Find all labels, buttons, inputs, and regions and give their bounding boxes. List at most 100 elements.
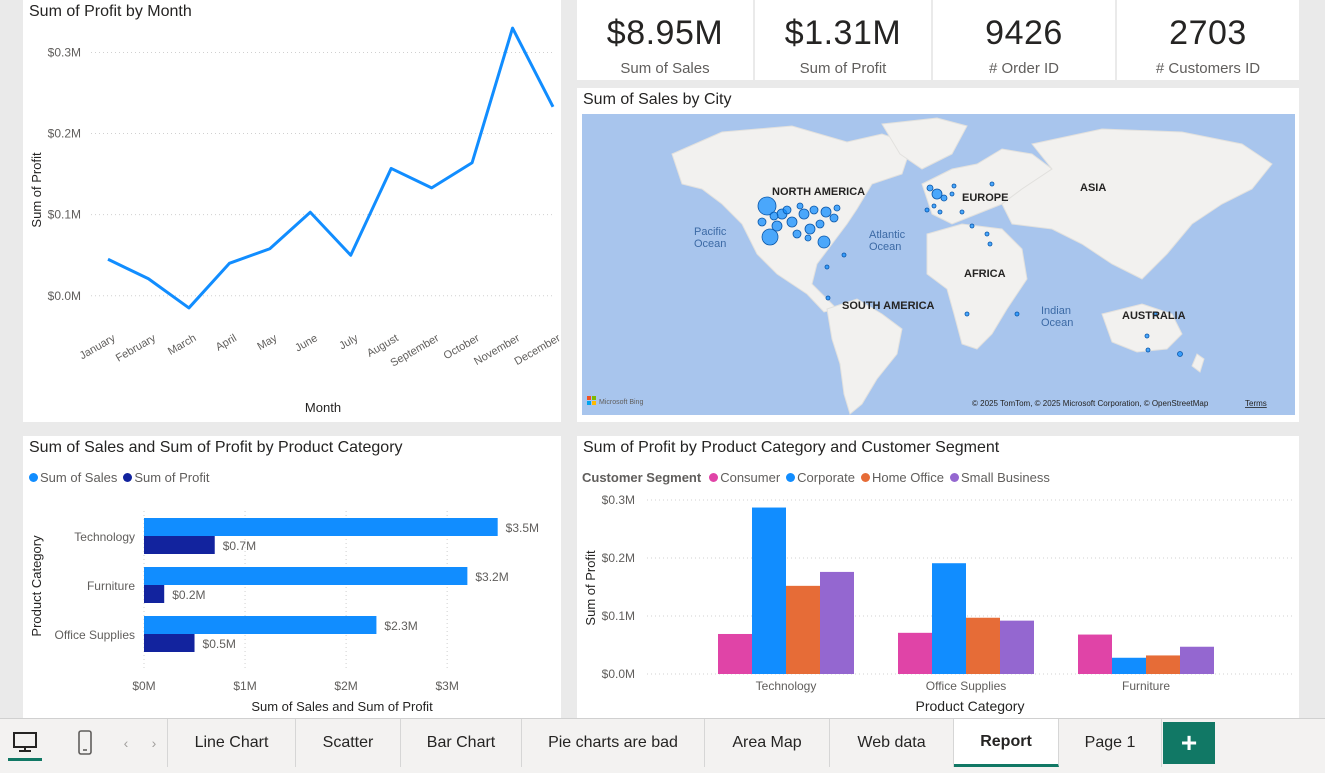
tab-page-1[interactable]: Page 1 <box>1059 719 1162 767</box>
map-label-pacific: Pacific Ocean <box>694 226 727 250</box>
scroll-left-icon[interactable]: ‹ <box>118 733 134 753</box>
hbar-chart[interactable]: $0M $1M $2M $3M Technology $3.5M $0.7M Furnitur… <box>23 436 561 718</box>
y-tick-label: $0.3M <box>602 493 635 507</box>
map-label-north-america: NORTH AMERICA <box>772 186 865 198</box>
asia-land <box>1001 128 1273 280</box>
map-label-europe: EUROPE <box>962 192 1008 204</box>
x-axis-title: Product Category <box>916 698 1025 714</box>
x-tick-label: January <box>78 332 118 362</box>
kpi-sales-label: Sum of Sales <box>620 60 710 77</box>
data-label: $0.7M <box>223 539 256 553</box>
kpi-profit-label: Sum of Profit <box>799 60 887 77</box>
data-label: $3.2M <box>475 570 508 584</box>
column-chart[interactable]: $0.0M $0.1M $0.2M $0.3M Technology Office Sup… <box>577 436 1299 718</box>
col-bar-consumer <box>1078 634 1112 674</box>
map-label-australia: AUSTRALIA <box>1122 310 1186 322</box>
new-zealand-land <box>1191 353 1205 373</box>
y-tick-label: $0.2M <box>602 551 635 565</box>
tab-bar-chart[interactable]: Bar Chart <box>401 719 522 767</box>
hbar-chart-panel[interactable]: Sum of Sales and Sum of Profit by Produc… <box>23 436 561 718</box>
tab-report[interactable]: Report <box>954 719 1059 767</box>
hbar-sum-of-profit <box>144 634 195 652</box>
tab-pie-charts[interactable]: Pie charts are bad <box>522 719 705 767</box>
x-tick-label: December <box>513 332 561 368</box>
col-bar-home-office <box>966 617 1000 674</box>
col-bar-consumer <box>718 633 752 674</box>
kpi-orders-label: # Order ID <box>988 60 1060 77</box>
line-chart-panel[interactable]: Sum of Profit by Month $0.0M $0.1M $0.2M $0… <box>23 0 561 422</box>
x-tick-label: $0M <box>132 679 155 693</box>
data-label: $0.2M <box>172 588 205 602</box>
tab-area-map[interactable]: Area Map <box>705 719 830 767</box>
x-tick-label: $3M <box>435 679 458 693</box>
y-axis-title: Product Category <box>29 535 44 637</box>
y-tick-label: $0.1M <box>48 208 81 222</box>
hbar-sum-of-profit <box>144 536 215 554</box>
x-tick-label: April <box>214 332 239 353</box>
y-axis-title: Sum of Profit <box>583 550 598 626</box>
map-label-indian: Indian Ocean <box>1041 305 1073 329</box>
hbar-sum-of-profit <box>144 585 165 603</box>
kpi-card-sales[interactable]: $8.95M Sum of Sales <box>577 0 753 80</box>
x-tick-label: July <box>337 332 360 352</box>
y-axis-title: Sum of Profit <box>29 152 44 228</box>
map-label-atlantic: Atlantic Ocean <box>869 229 906 253</box>
x-category-label: Office Supplies <box>926 679 1007 693</box>
profit-line <box>107 26 555 310</box>
x-category-label: Furniture <box>1122 679 1170 693</box>
data-label: $2.3M <box>384 619 417 633</box>
bing-logo: Microsoft Bing <box>587 396 643 406</box>
col-bar-home-office <box>1146 655 1180 674</box>
map-label-africa: AFRICA <box>964 268 1006 280</box>
hbar-sum-of-sales <box>144 567 468 585</box>
mobile-view-icon[interactable] <box>70 725 100 761</box>
x-axis-title: Sum of Sales and Sum of Profit <box>251 699 433 714</box>
kpi-strip: $8.95M Sum of Sales $1.31M Sum of Profit… <box>577 0 1299 80</box>
map-terms-link[interactable]: Terms <box>1245 399 1267 408</box>
map-label-south-america: SOUTH AMERICA <box>842 300 935 312</box>
map-attribution: © 2025 TomTom, © 2025 Microsoft Corporat… <box>972 399 1209 408</box>
page-tab-bar: ‹ › Line Chart Scatter Bar Chart Pie cha… <box>0 718 1325 773</box>
x-tick-label: February <box>114 332 159 365</box>
col-bar-small-business <box>820 571 854 674</box>
data-label: $0.5M <box>203 637 236 651</box>
add-page-button[interactable]: + <box>1163 722 1215 764</box>
kpi-card-orders[interactable]: 9426 # Order ID <box>933 0 1115 80</box>
col-bar-home-office <box>786 585 820 674</box>
col-bar-corporate <box>752 507 786 674</box>
y-tick-label: $0.0M <box>48 289 81 303</box>
kpi-customers-label: # Customers ID <box>1155 60 1261 77</box>
south-america-land <box>826 298 903 415</box>
col-chart-panel[interactable]: Sum of Profit by Product Category and Cu… <box>577 436 1299 718</box>
hbar-sum-of-sales <box>144 518 498 536</box>
x-tick-label: March <box>166 332 198 358</box>
tab-web-data[interactable]: Web data <box>830 719 954 767</box>
kpi-orders-value: 9426 <box>985 14 1063 52</box>
tab-scatter[interactable]: Scatter <box>296 719 401 767</box>
kpi-customers-value: 2703 <box>1169 14 1247 52</box>
bing-logo-text: Microsoft Bing <box>599 399 643 406</box>
map-canvas[interactable]: NORTH AMERICA SOUTH AMERICA EUROPE ASIA … <box>582 114 1295 415</box>
col-bar-corporate <box>932 563 966 674</box>
col-bar-small-business <box>1180 646 1214 674</box>
x-tick-label: $1M <box>233 679 256 693</box>
kpi-profit-value: $1.31M <box>784 14 902 52</box>
scroll-right-icon[interactable]: › <box>146 733 162 753</box>
col-bar-corporate <box>1112 657 1146 674</box>
x-tick-label: June <box>293 332 320 354</box>
y-tick-label: $0.2M <box>48 127 81 141</box>
world-map[interactable]: NORTH AMERICA SOUTH AMERICA EUROPE ASIA … <box>582 114 1295 415</box>
hbar-sum-of-sales <box>144 616 377 634</box>
map-title: Sum of Sales by City <box>583 91 732 108</box>
africa-land <box>926 223 1028 350</box>
kpi-card-profit[interactable]: $1.31M Sum of Profit <box>755 0 931 80</box>
line-chart[interactable]: $0.0M $0.1M $0.2M $0.3M JanuaryFebruary March… <box>23 0 561 422</box>
y-category-label: Technology <box>74 530 135 544</box>
y-category-label: Office Supplies <box>55 628 136 642</box>
tab-line-chart[interactable]: Line Chart <box>168 719 296 767</box>
x-axis-title: Month <box>305 400 341 415</box>
kpi-sales-value: $8.95M <box>606 14 724 52</box>
kpi-card-customers[interactable]: 2703 # Customers ID <box>1117 0 1299 80</box>
y-tick-label: $0.1M <box>602 609 635 623</box>
desktop-view-icon[interactable] <box>8 725 42 761</box>
